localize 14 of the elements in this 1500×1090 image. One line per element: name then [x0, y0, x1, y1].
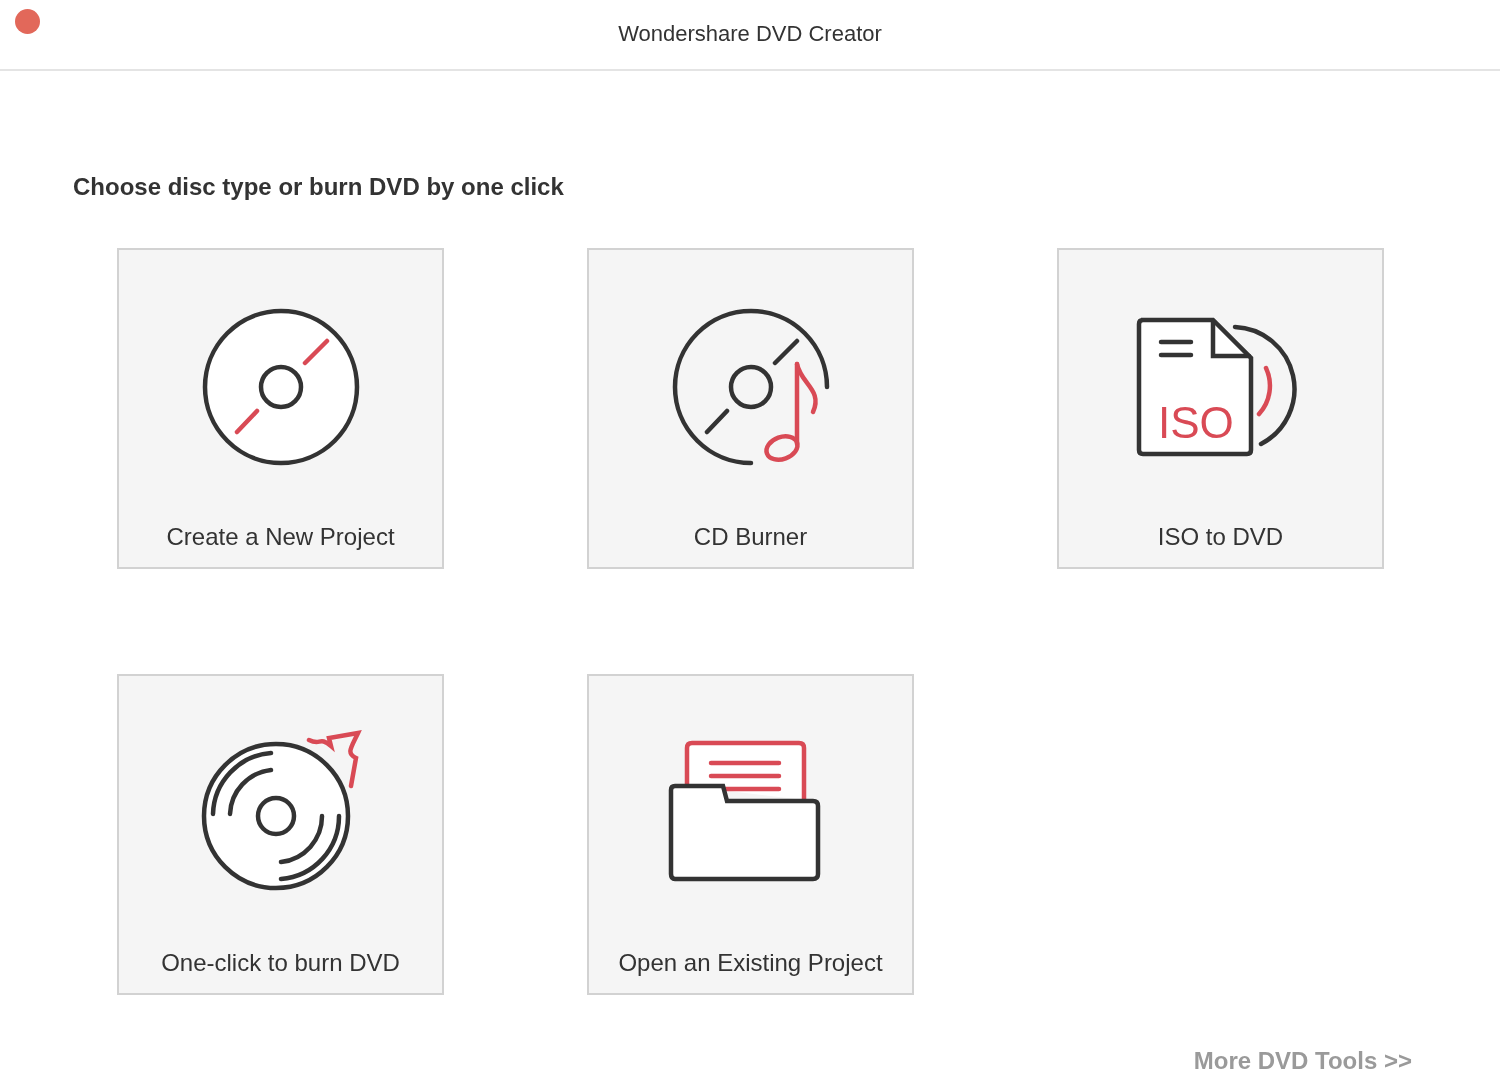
option-tile[interactable]: CD Burner	[587, 248, 914, 569]
option-tile[interactable]: Open an Existing Project	[587, 674, 914, 995]
option-tile[interactable]: ISO ISO to DVD	[1057, 248, 1384, 569]
window-title: Wondershare DVD Creator	[618, 20, 882, 47]
disc-icon	[202, 308, 359, 466]
option-tile[interactable]: Create a New Project	[117, 248, 444, 569]
folder-document-icon	[668, 740, 820, 882]
burning-disc-icon	[201, 730, 360, 891]
option-tile[interactable]: One-click to burn DVD	[117, 674, 444, 995]
iso-label: ISO	[1157, 398, 1234, 447]
section-heading: Choose disc type or burn DVD by one click	[73, 173, 565, 201]
close-button[interactable]	[15, 9, 40, 34]
disc-music-note-icon	[672, 308, 829, 466]
iso-file-icon	[1136, 317, 1297, 457]
